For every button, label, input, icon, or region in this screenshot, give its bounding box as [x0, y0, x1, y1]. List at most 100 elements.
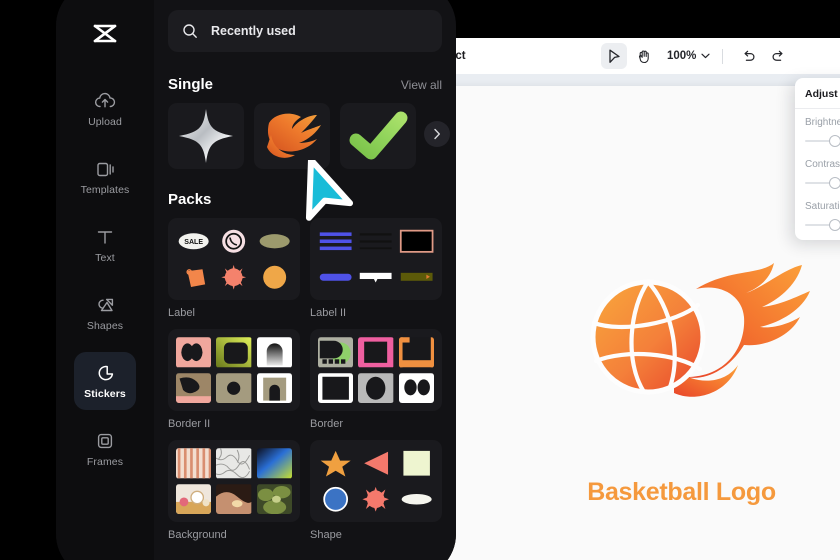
view-all-link[interactable]: View all: [401, 78, 442, 92]
pack-label-text: Label II: [310, 307, 347, 319]
editor-window: d project 100%: [405, 38, 840, 560]
editor-toolbar: d project 100%: [405, 38, 840, 74]
redo-arrow-icon: [772, 50, 783, 61]
canvas-workspace[interactable]: Basketball Logo: [405, 74, 840, 560]
adjust-divider: [795, 108, 840, 109]
pack-cell: [257, 226, 292, 257]
pack-cell: SALE: [176, 226, 211, 257]
pack-label-text: Shape: [310, 529, 342, 541]
select-tool-button[interactable]: [601, 43, 627, 69]
pack-cell: [318, 484, 353, 515]
pack-cell: [176, 483, 212, 515]
pack-thumbnail: [310, 440, 442, 522]
sidebar-item-text[interactable]: Text: [74, 216, 136, 274]
sticker-silver-star[interactable]: [168, 103, 244, 169]
templates-icon: [97, 162, 114, 176]
pack-label-text: Border: [310, 418, 344, 430]
capcut-logo-icon[interactable]: [88, 18, 122, 52]
pack-cell: [358, 226, 393, 257]
pack-cell: [318, 226, 353, 257]
logo-caption[interactable]: Basketball Logo: [448, 478, 840, 507]
pack-cell: [398, 337, 434, 368]
slider-knob[interactable]: [829, 219, 840, 231]
brightness-slider[interactable]: [805, 135, 840, 147]
pack-cell: [256, 448, 292, 479]
pack-cell: [399, 484, 434, 515]
next-arrow-button[interactable]: [424, 121, 450, 147]
pack-background[interactable]: Background: [168, 440, 300, 541]
pack-cell: [318, 337, 354, 368]
pack-cell: [358, 337, 394, 368]
pack-cell: [216, 372, 252, 404]
pack-label-ii[interactable]: Label II: [310, 218, 442, 319]
pack-cell: [318, 262, 353, 293]
pack-thumbnail: [310, 218, 442, 300]
sidebar-item-templates[interactable]: Templates: [74, 148, 136, 206]
pack-cell: [176, 448, 212, 479]
zoom-value: 100%: [667, 50, 697, 62]
undo-arrow-icon: [744, 50, 755, 61]
packs-grid: SALE Label Label II Border II Border Bac…: [168, 218, 442, 541]
pack-cell: [216, 226, 251, 257]
saturation-slider[interactable]: [805, 219, 840, 231]
pack-border-ii[interactable]: Border II: [168, 329, 300, 430]
pack-cell: [399, 226, 434, 257]
single-stickers-row: [168, 103, 450, 169]
pack-cell: [257, 262, 292, 293]
toolbar-tools: 100%: [601, 38, 791, 74]
sticker-orange-flame[interactable]: [254, 103, 330, 169]
slider-knob[interactable]: [829, 135, 840, 147]
undo-button[interactable]: [735, 43, 761, 69]
hand-icon: [639, 49, 649, 63]
sidebar-item-stickers[interactable]: Stickers: [74, 352, 136, 410]
pack-cell: [358, 262, 393, 293]
chevron-down-icon: [701, 53, 711, 59]
pack-thumbnail: [168, 329, 300, 411]
saturation-label: Saturation: [805, 201, 840, 212]
hand-tool-button[interactable]: [631, 43, 657, 69]
adjust-panel-title: Adjust: [805, 88, 838, 100]
pack-cell: [256, 337, 292, 368]
pack-cell: [216, 483, 252, 515]
app-window: Upload Templates Text Shapes Stickers Fr…: [56, 0, 456, 560]
sidebar-item-frames[interactable]: Frames: [74, 420, 136, 478]
zoom-control[interactable]: 100%: [667, 50, 711, 62]
slider-knob[interactable]: [829, 177, 840, 189]
contrast-slider[interactable]: [805, 177, 840, 189]
pack-cell: [176, 262, 211, 293]
flaming-basketball-logo[interactable]: [578, 261, 838, 421]
pack-cell: [399, 262, 434, 293]
sidebar-item-upload[interactable]: Upload: [74, 80, 136, 138]
pack-label-text: Label: [168, 307, 195, 319]
adjust-panel: Adjust Brightness Contrast Saturation: [795, 78, 840, 240]
pack-label-text: Background: [168, 529, 227, 541]
cursor-arrow-icon: [608, 49, 620, 63]
sidebar-item-shapes[interactable]: Shapes: [74, 284, 136, 342]
pack-cell: [256, 483, 292, 515]
pack-shape[interactable]: Shape: [310, 440, 442, 541]
chevron-right-icon: [434, 128, 440, 140]
pack-cell: [358, 484, 393, 515]
pack-label[interactable]: SALE Label: [168, 218, 300, 319]
upload-cloud-icon: [94, 92, 116, 107]
brightness-label: Brightness: [805, 117, 840, 128]
pack-cell: [358, 448, 393, 479]
packs-section-title: Packs: [168, 191, 212, 208]
redo-button[interactable]: [765, 43, 791, 69]
pack-border[interactable]: Border: [310, 329, 442, 430]
pack-cell: [216, 262, 251, 293]
pack-label-text: Border II: [168, 418, 211, 430]
frame-icon: [97, 433, 113, 448]
sidebar-item-label: Frames: [86, 455, 124, 468]
pack-cell: [318, 372, 354, 404]
pack-cell: [358, 372, 394, 404]
screenshot-stage: d project 100%: [0, 0, 840, 560]
pack-cell: [318, 448, 353, 479]
contrast-label: Contrast: [805, 159, 840, 170]
sidebar-item-label: Templates: [80, 183, 130, 196]
search-bar[interactable]: Recently used: [168, 10, 442, 52]
pack-cell: [398, 372, 434, 404]
canvas-sheet[interactable]: Basketball Logo: [448, 86, 840, 560]
search-input[interactable]: Recently used: [211, 24, 296, 38]
sticker-green-check[interactable]: [340, 103, 416, 169]
